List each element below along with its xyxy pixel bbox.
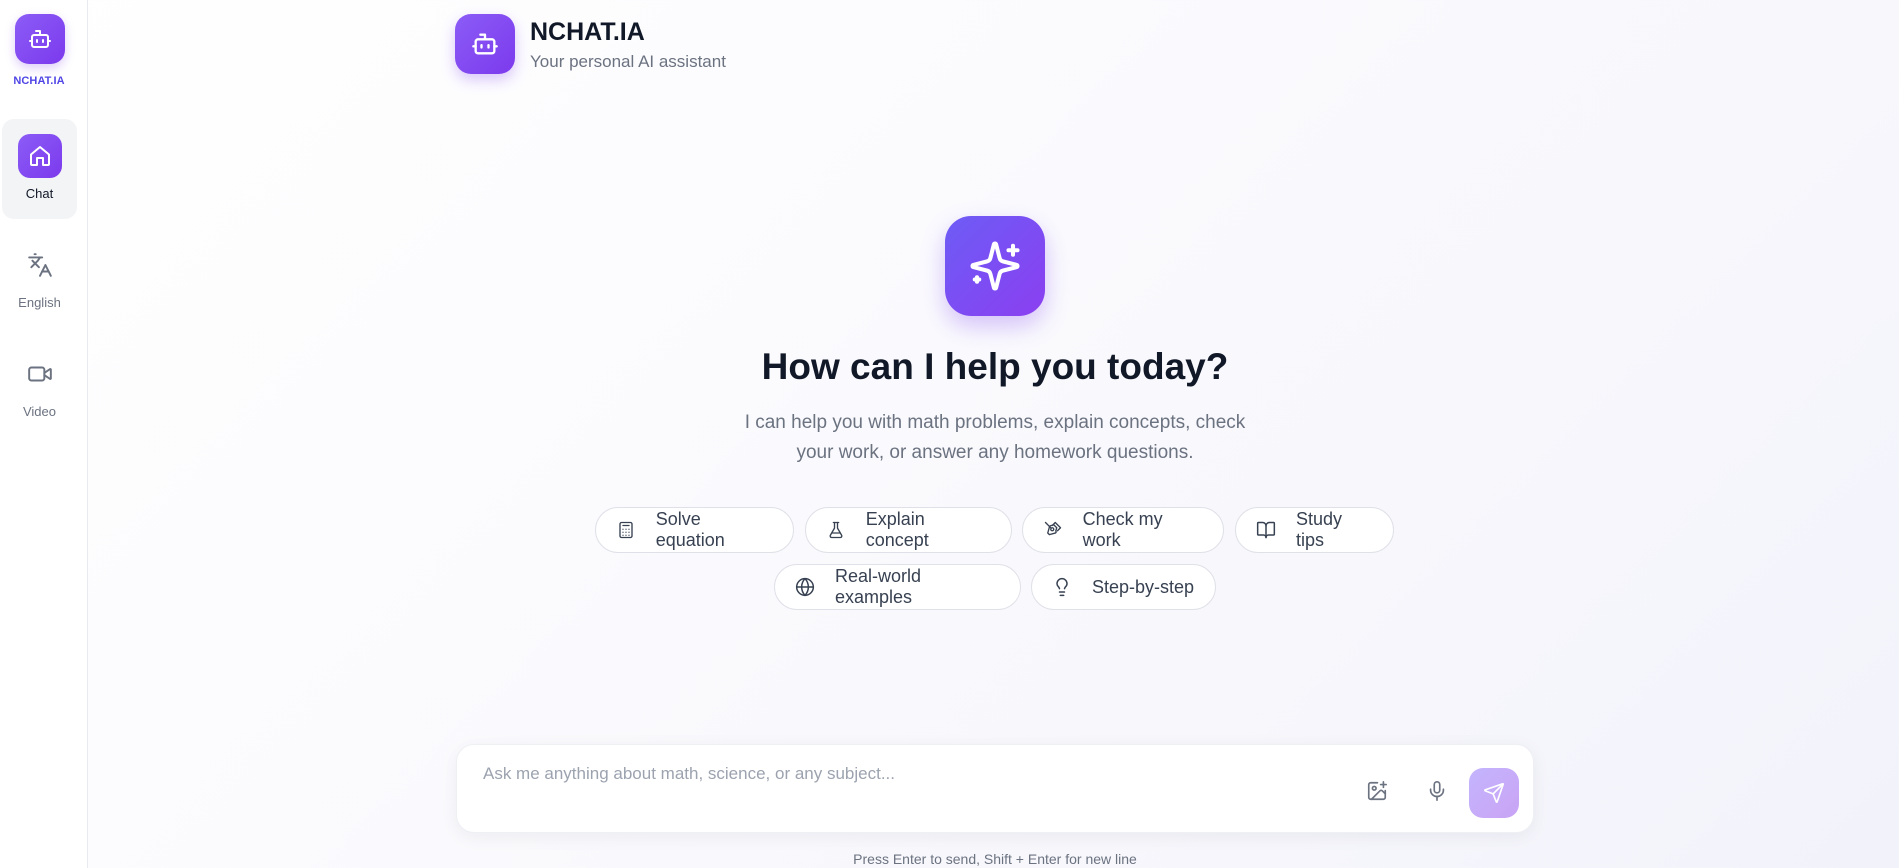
sidebar-brand: NCHAT.IA: [13, 75, 65, 87]
sidebar-item-label: English: [18, 295, 61, 310]
header-logo: [455, 14, 515, 74]
sidebar-item-english[interactable]: English: [2, 228, 77, 328]
sidebar-logo[interactable]: [15, 14, 65, 64]
home-icon: [29, 146, 50, 166]
chip-label: Check my work: [1082, 509, 1163, 550]
chip-label: Study tips: [1296, 509, 1343, 550]
flask-icon: [829, 521, 843, 539]
chip-label: Step-by-step: [1092, 576, 1195, 597]
suggestion-real-world-examples[interactable]: Real-world examples: [774, 564, 1021, 610]
hero-title: How can I help you today?: [761, 346, 1229, 387]
sidebar: NCHAT.IA Chat English Video: [0, 0, 88, 868]
sparkles-icon: [970, 241, 1020, 291]
send-button[interactable]: [1469, 768, 1519, 818]
suggestion-study-tips[interactable]: Study tips: [1235, 507, 1394, 553]
pen-icon: [1044, 521, 1061, 536]
book-icon: [1256, 521, 1276, 539]
chip-label: Explain concept: [865, 509, 929, 550]
suggestion-step-by-step[interactable]: Step-by-step: [1031, 564, 1216, 610]
suggestion-explain-concept[interactable]: Explain concept: [805, 507, 1012, 553]
message-input[interactable]: [481, 759, 1285, 789]
composer-hint: Press Enter to send, Shift + Enter for n…: [853, 851, 1137, 867]
hero-description: I can help you with math problems, expla…: [744, 412, 1246, 463]
app-title: NCHAT.IA: [530, 18, 645, 46]
suggestion-solve-equation[interactable]: Solve equation: [595, 507, 794, 553]
microphone-icon: [1429, 781, 1445, 801]
chip-label: Real-world examples: [835, 566, 922, 607]
globe-icon: [795, 577, 815, 597]
sidebar-item-chat[interactable]: Chat: [2, 119, 77, 219]
image-upload-icon: [1367, 781, 1387, 801]
sidebar-item-label: Video: [22, 404, 56, 419]
app-subtitle: Your personal AI assistant: [530, 52, 726, 71]
translate-icon: [27, 253, 52, 277]
hero-icon-badge: [945, 216, 1045, 316]
sidebar-item-label: Chat: [25, 186, 54, 201]
send-icon: [1484, 783, 1504, 803]
robot-icon: [472, 33, 498, 55]
voice-input-button[interactable]: [1423, 777, 1451, 805]
lightbulb-icon: [1056, 577, 1068, 597]
message-composer: [456, 744, 1534, 833]
image-upload-button[interactable]: [1363, 777, 1391, 805]
calculator-icon: [619, 521, 633, 539]
chip-label: Solve equation: [655, 509, 725, 550]
robot-icon: [29, 30, 51, 48]
suggestion-check-my-work[interactable]: Check my work: [1022, 507, 1224, 553]
